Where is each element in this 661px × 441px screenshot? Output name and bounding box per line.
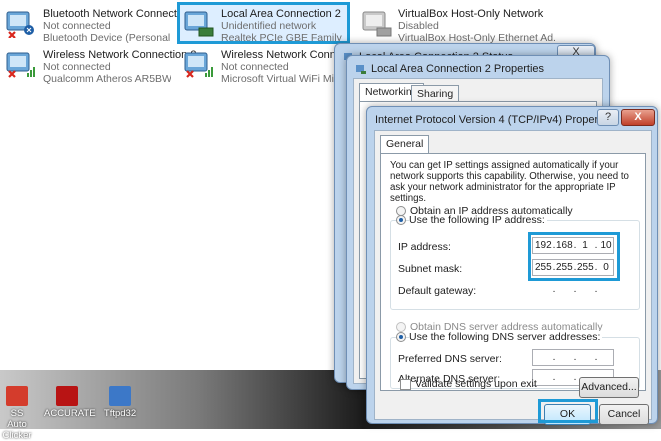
ip-fields-highlight — [528, 232, 620, 281]
desktop-icon-ss-auto-clicker[interactable]: SS Auto Clicker — [0, 386, 34, 441]
desktop-icon-accurate[interactable]: ACCURATE — [44, 386, 96, 419]
tab-sharing[interactable]: Sharing — [411, 85, 460, 102]
connection-status: Not connected — [43, 61, 111, 73]
manual-ip-label: Use the following IP address: — [409, 214, 547, 226]
desktop-icon-label: Tftpd32 — [103, 408, 137, 419]
general-panel: You can get IP settings assigned automat… — [380, 153, 646, 391]
connection-device: Bluetooth Device (Personal Area ... — [43, 32, 171, 44]
dialog-title: Internet Protocol Version 4 (TCP/IPv4) P… — [375, 114, 616, 126]
description-text: You can get IP settings assigned automat… — [390, 160, 629, 204]
validate-label: Validate settings upon exit — [415, 378, 537, 390]
auto-dns-radio[interactable] — [396, 322, 406, 332]
help-button[interactable]: ? — [597, 109, 619, 126]
connection-status: Not connected — [43, 20, 111, 32]
cancel-button[interactable]: Cancel — [599, 404, 649, 425]
advanced-button[interactable]: Advanced... — [579, 377, 639, 398]
default-gateway-label: Default gateway: — [398, 285, 477, 297]
manual-dns-radio[interactable] — [396, 332, 406, 342]
network-icon — [356, 65, 366, 74]
subnet-mask-label: Subnet mask: — [398, 263, 463, 275]
manual-dns-label: Use the following DNS server addresses: — [409, 331, 603, 343]
ip-address-label: IP address: — [398, 241, 451, 253]
connection-device: Microsoft Virtual WiFi Miniport ... — [221, 73, 337, 85]
connection-device: Qualcomm Atheros AR5BWB222 ... — [43, 73, 171, 85]
accurate-icon — [56, 386, 78, 406]
connection-bluetooth-network-2[interactable]: Bluetooth Network Connection 2 Not conne… — [0, 3, 201, 44]
desktop-icon-label: SS Auto Clicker — [2, 408, 32, 441]
connection-wireless-network[interactable]: Wireless Network Connection Not connecte… — [178, 44, 365, 85]
selection-highlight — [177, 2, 350, 44]
desktop-icon-label: ACCURATE — [44, 408, 96, 419]
window-title: Local Area Connection 2 Properties — [371, 63, 545, 75]
preferred-dns-field[interactable]: . . . — [532, 349, 614, 366]
default-gateway-field[interactable]: . . . — [532, 281, 614, 298]
connection-status: Disabled — [398, 20, 439, 32]
connection-name: Wireless Network Connection 2 — [43, 49, 197, 61]
ok-button-highlight — [538, 399, 598, 423]
manual-ip-radio[interactable] — [396, 215, 406, 225]
network-adapter-icon — [6, 11, 34, 38]
network-adapter-disabled-icon — [362, 11, 392, 37]
wireless-adapter-icon — [6, 52, 35, 78]
dialog-client: General You can get IP settings assigned… — [374, 130, 652, 425]
connection-virtualbox-host-only[interactable]: VirtualBox Host-Only Network Disabled Vi… — [326, 3, 556, 44]
connection-status: Not connected — [221, 61, 289, 73]
tftpd32-icon — [109, 386, 131, 406]
close-button[interactable]: X — [621, 109, 655, 126]
preferred-dns-label: Preferred DNS server: — [398, 353, 502, 365]
ipv4-properties-dialog[interactable]: Internet Protocol Version 4 (TCP/IPv4) P… — [366, 106, 658, 425]
wireless-adapter-icon — [184, 52, 213, 78]
validate-checkbox[interactable] — [400, 379, 411, 390]
connection-wireless-network-2[interactable]: Wireless Network Connection 2 Not connec… — [0, 44, 196, 85]
connection-name: VirtualBox Host-Only Network — [398, 8, 544, 20]
desktop-icon-tftpd32[interactable]: Tftpd32 — [100, 386, 140, 419]
tab-general[interactable]: General — [380, 135, 430, 154]
auto-clicker-icon — [6, 386, 28, 406]
